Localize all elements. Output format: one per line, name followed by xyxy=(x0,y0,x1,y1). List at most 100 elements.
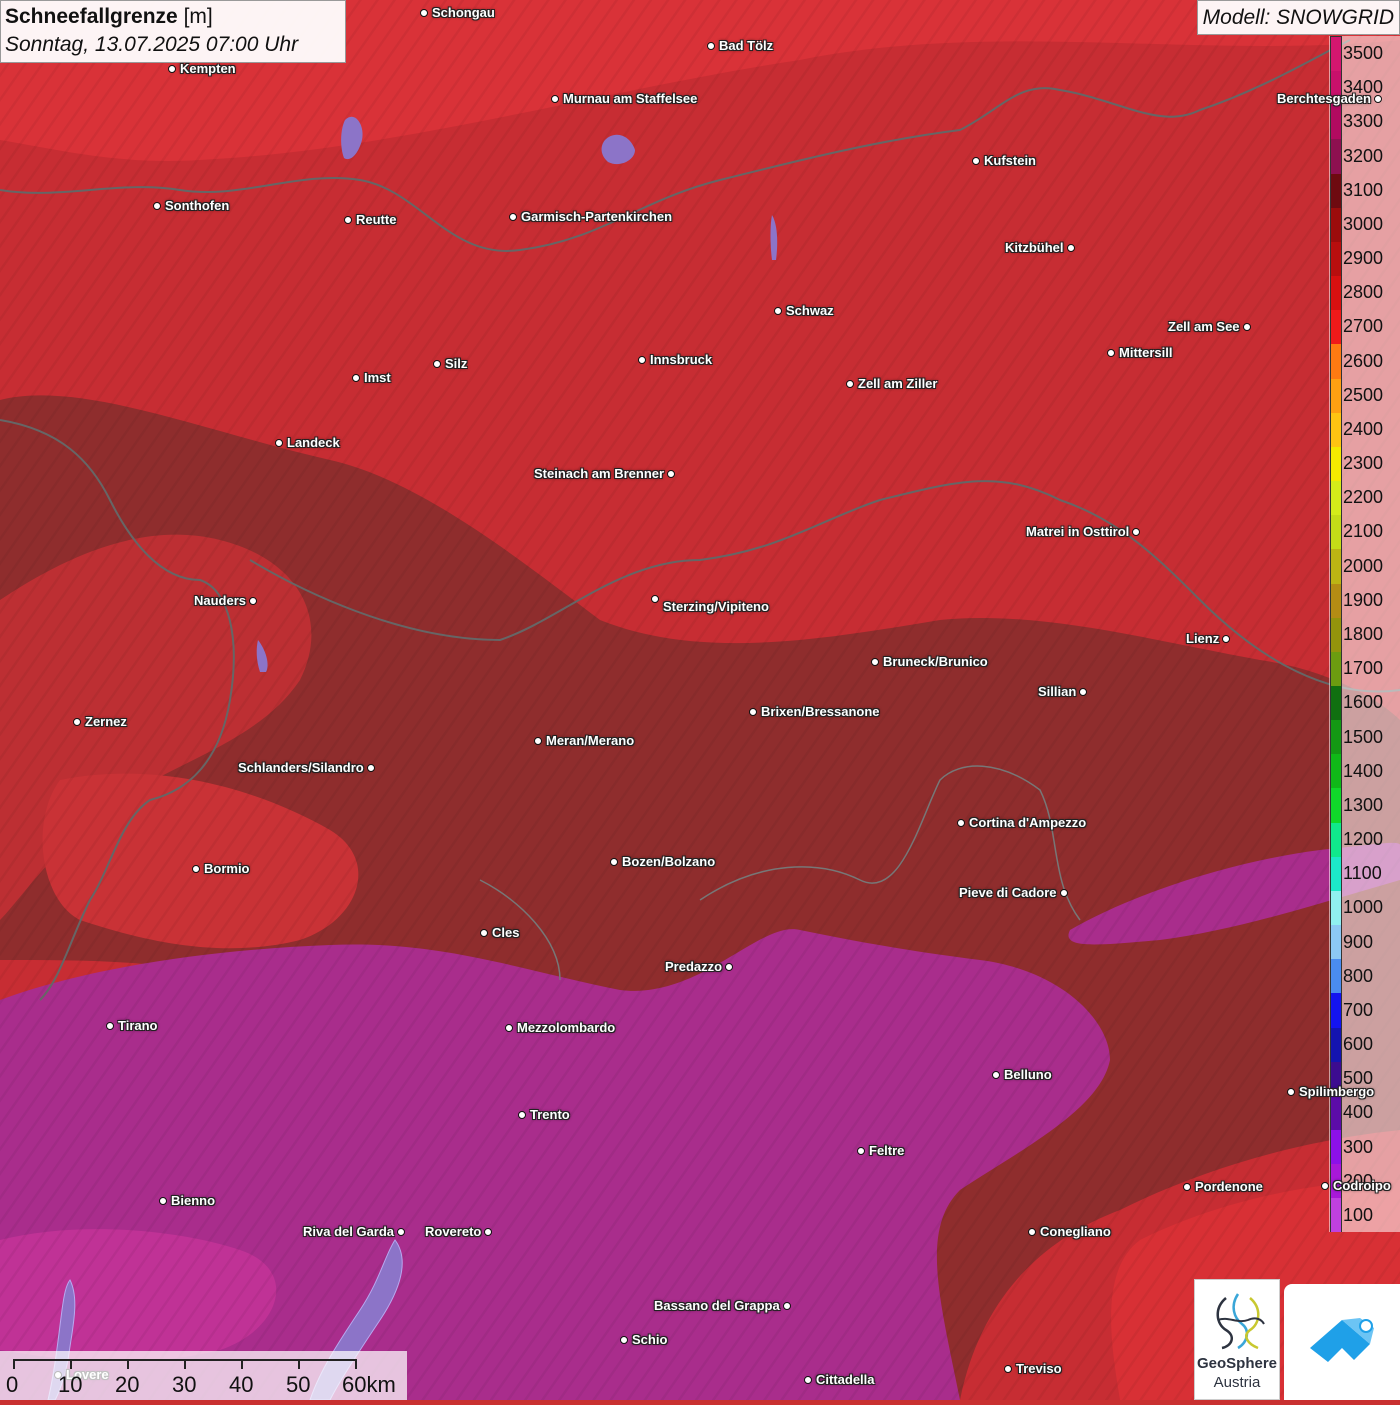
map-title: Schneefallgrenze [m] xyxy=(5,3,341,31)
legend-label: 1100 xyxy=(1343,863,1382,884)
city-marker-dot[interactable] xyxy=(534,737,542,745)
legend-swatch xyxy=(1331,378,1341,413)
city-marker-dot[interactable] xyxy=(1287,1088,1295,1096)
legend-color-bar xyxy=(1330,36,1342,1233)
city-marker-dot[interactable] xyxy=(484,1228,492,1236)
scale-tick xyxy=(184,1359,186,1369)
map-title-box: Schneefallgrenze [m] Sonntag, 13.07.2025… xyxy=(0,0,346,63)
legend-swatch xyxy=(1331,1130,1341,1165)
city-marker-dot[interactable] xyxy=(846,380,854,388)
city-label: Kufstein xyxy=(984,153,1036,168)
city-marker-dot[interactable] xyxy=(73,718,81,726)
city-label: Feltre xyxy=(869,1143,905,1158)
city-marker-dot[interactable] xyxy=(1222,635,1230,643)
city-label: Brixen/Bressanone xyxy=(761,704,880,719)
legend-swatch xyxy=(1331,754,1341,789)
city-label: Predazzo xyxy=(665,959,723,974)
legend-swatch xyxy=(1331,583,1341,618)
city-marker-dot[interactable] xyxy=(106,1022,114,1030)
city-marker-dot[interactable] xyxy=(783,1302,791,1310)
city-label: Kempten xyxy=(180,61,236,76)
city-marker-dot[interactable] xyxy=(168,65,176,73)
legend-label: 1300 xyxy=(1343,794,1384,815)
city-label: Zernez xyxy=(85,714,127,729)
city-label: Kitzbühel xyxy=(1005,240,1064,255)
city-marker-dot[interactable] xyxy=(804,1376,812,1384)
city-marker-dot[interactable] xyxy=(159,1197,167,1205)
city-marker-dot[interactable] xyxy=(871,658,879,666)
city-marker-dot[interactable] xyxy=(153,202,161,210)
color-legend: 3500 3400 3300 3200 3100 3000 2900 2800 2700 2600… xyxy=(1329,36,1400,1233)
scale-label: 60km xyxy=(342,1372,396,1397)
city-marker-dot[interactable] xyxy=(1374,95,1382,103)
city-marker-dot[interactable] xyxy=(352,374,360,382)
legend-swatch xyxy=(1331,1095,1341,1130)
scale-label: 0 xyxy=(6,1372,19,1397)
city-marker-dot[interactable] xyxy=(1004,1365,1012,1373)
city-label: Landeck xyxy=(287,435,340,450)
city-marker-dot[interactable] xyxy=(420,9,428,17)
city-marker-dot[interactable] xyxy=(480,929,488,937)
city-label: Zell am See xyxy=(1168,319,1240,334)
city-marker-dot[interactable] xyxy=(857,1147,865,1155)
city-marker-dot[interactable] xyxy=(1028,1228,1036,1236)
city-marker-dot[interactable] xyxy=(1243,323,1251,331)
city-marker-dot[interactable] xyxy=(518,1111,526,1119)
city-label: Bormio xyxy=(204,861,250,876)
city-label: Mittersill xyxy=(1119,345,1173,360)
city-marker-dot[interactable] xyxy=(1067,244,1075,252)
legend-swatch xyxy=(1331,310,1341,345)
city-marker-dot[interactable] xyxy=(651,595,659,603)
city-marker-dot[interactable] xyxy=(344,216,352,224)
city-marker-dot[interactable] xyxy=(774,307,782,315)
city-marker-dot[interactable] xyxy=(620,1336,628,1344)
city-marker-dot[interactable] xyxy=(1183,1183,1191,1191)
legend-label: 2900 xyxy=(1343,248,1384,269)
legend-swatch xyxy=(1331,481,1341,516)
city-marker-dot[interactable] xyxy=(638,356,646,364)
city-marker-dot[interactable] xyxy=(749,708,757,716)
legend-swatch xyxy=(1331,959,1341,994)
geosphere-logo[interactable]: GeoSphere Austria xyxy=(1194,1279,1280,1400)
city-marker-dot[interactable] xyxy=(505,1024,513,1032)
city-marker-dot[interactable] xyxy=(725,963,733,971)
scale-label: 30 xyxy=(172,1372,197,1397)
weather-app-logo[interactable] xyxy=(1284,1284,1400,1400)
city-marker-dot[interactable] xyxy=(992,1071,1000,1079)
legend-swatch xyxy=(1331,685,1341,721)
city-marker-dot[interactable] xyxy=(957,819,965,827)
city-marker-dot[interactable] xyxy=(972,157,980,165)
city-label: Schio xyxy=(632,1332,668,1347)
city-marker-dot[interactable] xyxy=(367,764,375,772)
city-marker-dot[interactable] xyxy=(192,865,200,873)
city-marker-dot[interactable] xyxy=(397,1228,405,1236)
city-marker-dot[interactable] xyxy=(509,213,517,221)
city-marker-dot[interactable] xyxy=(1107,349,1115,357)
city-label: Pieve di Cadore xyxy=(959,885,1057,900)
city-marker-dot[interactable] xyxy=(551,95,559,103)
city-marker-dot[interactable] xyxy=(433,360,441,368)
city-label: Imst xyxy=(364,370,391,385)
legend-swatch xyxy=(1331,822,1341,857)
legend-label: 900 xyxy=(1343,931,1374,952)
city-marker-dot[interactable] xyxy=(1132,528,1140,536)
legend-label: 2000 xyxy=(1343,555,1384,576)
legend-swatch xyxy=(1331,993,1341,1028)
scale-tick xyxy=(355,1359,357,1369)
city-marker-dot[interactable] xyxy=(1060,889,1068,897)
city-label: Belluno xyxy=(1004,1067,1052,1082)
city-label: Bruneck/Brunico xyxy=(883,654,988,669)
city-marker-dot[interactable] xyxy=(275,439,283,447)
city-marker-dot[interactable] xyxy=(249,597,257,605)
city-marker-dot[interactable] xyxy=(707,42,715,50)
legend-swatch xyxy=(1331,173,1341,208)
city-label: Bassano del Grappa xyxy=(654,1298,780,1313)
city-marker-dot[interactable] xyxy=(1079,688,1087,696)
scale-label: 40 xyxy=(229,1372,254,1397)
legend-label: 1900 xyxy=(1343,589,1384,610)
city-label: Nauders xyxy=(194,593,247,608)
city-marker-dot[interactable] xyxy=(610,858,618,866)
city-marker-dot[interactable] xyxy=(1321,1182,1329,1190)
legend-label: 600 xyxy=(1343,1034,1374,1055)
city-marker-dot[interactable] xyxy=(667,470,675,478)
